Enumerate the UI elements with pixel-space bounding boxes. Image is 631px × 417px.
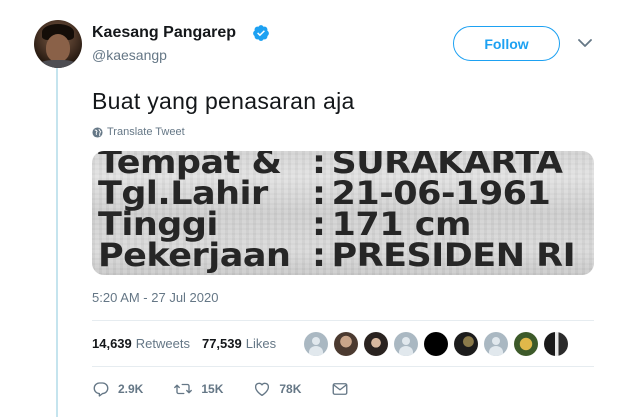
tweet-stats: 14,639 Retweets 77,539 Likes (92, 336, 288, 351)
tweet-actions: 2.9K 15K 78K (92, 380, 387, 398)
translate-tweet-label[interactable]: Translate Tweet (107, 126, 185, 138)
avatar-face (46, 34, 70, 62)
liker-avatar[interactable] (394, 332, 418, 356)
photo-label-occupation: Pekerjaan (98, 237, 291, 275)
heart-icon (255, 382, 270, 397)
like-count: 78K (279, 382, 302, 396)
chevron-down-icon[interactable] (578, 38, 592, 48)
author-name[interactable]: Kaesang Pangarep (92, 24, 236, 42)
like-button[interactable]: 78K (253, 380, 301, 398)
tweet-timestamp[interactable]: 5:20 AM - 27 Jul 2020 (92, 290, 218, 305)
retweets-count[interactable]: 14,639 (92, 336, 132, 351)
reply-button[interactable]: 2.9K (92, 380, 143, 398)
avatar-shirt (38, 60, 78, 68)
liker-avatar[interactable] (484, 332, 508, 356)
retweets-label[interactable]: Retweets (136, 336, 190, 351)
direct-message-button[interactable] (331, 380, 357, 398)
liker-avatar[interactable] (364, 332, 388, 356)
tweet-text: Buat yang penasaran aja (92, 88, 355, 114)
thread-line (56, 67, 58, 417)
likes-label[interactable]: Likes (246, 336, 276, 351)
liker-avatar[interactable] (334, 332, 358, 356)
author-avatar[interactable] (34, 20, 82, 68)
author-handle[interactable]: @kaesangp (92, 47, 167, 63)
liker-avatar[interactable] (304, 332, 328, 356)
globe-icon (92, 126, 103, 138)
envelope-icon (332, 383, 348, 395)
divider (92, 320, 594, 321)
liker-avatar[interactable] (544, 332, 568, 356)
reply-icon (93, 382, 109, 397)
tweet-photo[interactable]: Tempat & : SURAKARTA Tgl.Lahir :21-06-196… (92, 151, 594, 275)
translate-tweet-link[interactable]: Translate Tweet (92, 126, 185, 138)
likes-count[interactable]: 77,539 (202, 336, 242, 351)
retweet-icon (174, 383, 193, 395)
verified-badge-icon (253, 25, 269, 41)
liker-avatar[interactable] (454, 332, 478, 356)
photo-value-occupation: : PRESIDEN RI (312, 237, 576, 275)
retweet-button[interactable]: 15K (173, 380, 223, 398)
follow-button[interactable]: Follow (453, 26, 560, 61)
retweet-count: 15K (201, 382, 224, 396)
liker-avatar[interactable] (514, 332, 538, 356)
divider (92, 366, 594, 367)
reply-count: 2.9K (118, 382, 144, 396)
liker-avatar[interactable] (424, 332, 448, 356)
